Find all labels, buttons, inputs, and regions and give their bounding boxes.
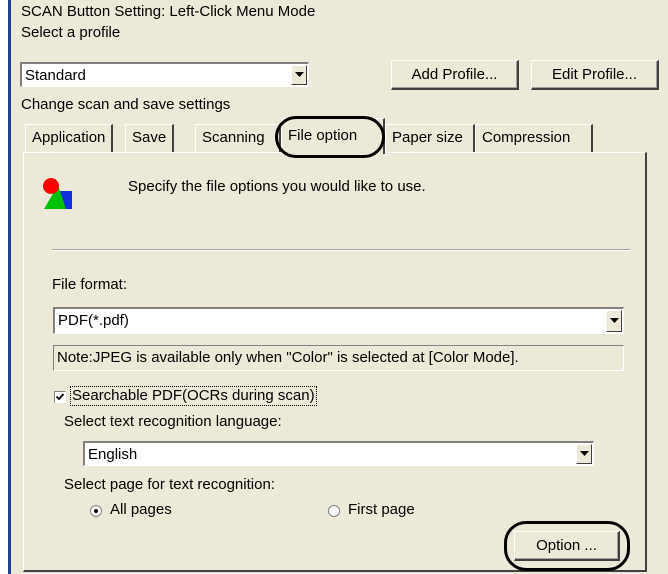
- searchable-pdf-label[interactable]: Searchable PDF(OCRs during scan): [70, 386, 317, 406]
- file-option-panel: Specify the file options you would like …: [23, 152, 647, 572]
- chevron-down-icon: [610, 318, 619, 323]
- profile-label: Select a profile: [21, 24, 121, 41]
- tab-compression-label: Compression: [482, 129, 571, 146]
- profile-select[interactable]: Standard: [20, 62, 309, 87]
- file-options-icon: [43, 178, 72, 209]
- add-profile-button-label: Add Profile...: [411, 66, 498, 83]
- window-title: SCAN Button Setting: Left-Click Menu Mod…: [21, 3, 316, 20]
- chevron-down-icon: [580, 451, 589, 456]
- language-label: Select text recognition language:: [64, 413, 282, 430]
- tab-file-option[interactable]: File option: [281, 118, 385, 154]
- tab-save[interactable]: Save: [125, 124, 175, 152]
- radio-first-page-label: First page: [348, 501, 415, 518]
- note-box: Note:JPEG is available only when "Color"…: [53, 345, 624, 371]
- radio-all-pages-label: All pages: [110, 501, 172, 518]
- language-select[interactable]: English: [83, 441, 594, 466]
- tab-application[interactable]: Application: [25, 124, 114, 152]
- edit-profile-button-label: Edit Profile...: [551, 66, 638, 83]
- checkmark-icon: [55, 393, 65, 401]
- searchable-pdf-checkbox[interactable]: [54, 391, 66, 403]
- radio-first-page[interactable]: [328, 505, 340, 517]
- tab-scanning-label: Scanning: [202, 129, 265, 146]
- radio-all-pages[interactable]: [90, 505, 102, 517]
- tab-application-label: Application: [32, 129, 106, 146]
- tab-scanning[interactable]: Scanning: [195, 124, 281, 152]
- option-button-label: Option ...: [536, 537, 597, 554]
- language-value: English: [88, 446, 138, 463]
- profile-select-value: Standard: [25, 67, 86, 84]
- tab-paper-size-label: Paper size: [392, 129, 463, 146]
- option-button[interactable]: Option ...: [514, 531, 620, 561]
- page-label: Select page for text recognition:: [64, 476, 275, 493]
- chevron-down-icon: [295, 72, 304, 77]
- panel-description: Specify the file options you would like …: [128, 178, 426, 195]
- tab-save-label: Save: [132, 129, 167, 146]
- profile-dropdown-button[interactable]: [291, 65, 307, 85]
- radio-selected-dot: [94, 509, 98, 513]
- panel-divider: [52, 249, 630, 251]
- note-text: Note:JPEG is available only when "Color"…: [57, 349, 519, 366]
- settings-label: Change scan and save settings: [21, 96, 231, 113]
- tab-compression[interactable]: Compression: [475, 124, 593, 152]
- language-dropdown-button[interactable]: [576, 444, 592, 464]
- file-format-dropdown-button[interactable]: [606, 310, 622, 332]
- file-format-value: PDF(*.pdf): [58, 312, 129, 329]
- tab-paper-size[interactable]: Paper size: [385, 124, 475, 152]
- tab-file-option-label: File option: [288, 127, 358, 144]
- add-profile-button[interactable]: Add Profile...: [391, 60, 519, 90]
- file-format-label: File format:: [52, 276, 128, 293]
- edit-profile-button[interactable]: Edit Profile...: [531, 60, 659, 90]
- file-format-select[interactable]: PDF(*.pdf): [53, 307, 624, 334]
- settings-window: SCAN Button Setting: Left-Click Menu Mod…: [8, 0, 668, 574]
